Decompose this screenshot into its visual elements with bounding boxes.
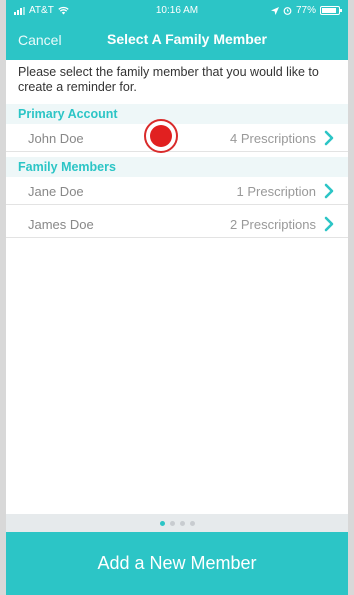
prescription-count: 2 Prescriptions bbox=[230, 217, 316, 232]
section-header-primary-account: Primary Account bbox=[6, 104, 348, 124]
page-dot bbox=[179, 520, 185, 526]
member-name: John Doe bbox=[28, 131, 84, 146]
page-dot bbox=[169, 520, 175, 526]
page-title: Select A Family Member bbox=[106, 31, 268, 47]
chevron-right-icon bbox=[324, 130, 334, 146]
nav-bar: Cancel Select A Family Member bbox=[6, 22, 348, 60]
chevron-right-icon bbox=[324, 216, 334, 232]
member-name: Jane Doe bbox=[28, 184, 84, 199]
member-name: James Doe bbox=[28, 217, 94, 232]
prescription-count: 1 Prescription bbox=[236, 184, 316, 199]
alarm-icon bbox=[283, 7, 292, 15]
page-dot bbox=[189, 520, 195, 526]
member-row-jane-doe[interactable]: Jane Doe 1 Prescription bbox=[6, 177, 348, 205]
location-arrow-icon bbox=[270, 6, 279, 15]
battery-percent: 77% bbox=[295, 5, 316, 16]
battery-icon bbox=[320, 6, 342, 15]
instruction-text: Please select the family member that you… bbox=[18, 65, 319, 94]
tap-indicator bbox=[144, 119, 178, 153]
add-new-member-button[interactable]: Add a New Member bbox=[6, 532, 348, 595]
page-indicator bbox=[6, 514, 348, 532]
page-dot-active bbox=[159, 520, 165, 526]
chevron-right-icon bbox=[324, 183, 334, 199]
status-bar: AT&T 10:16 AM 77% bbox=[6, 0, 348, 22]
member-row-james-doe[interactable]: James Doe 2 Prescriptions bbox=[6, 210, 348, 238]
prescription-count: 4 Prescriptions bbox=[230, 131, 316, 146]
section-header-family-members: Family Members bbox=[6, 157, 348, 177]
